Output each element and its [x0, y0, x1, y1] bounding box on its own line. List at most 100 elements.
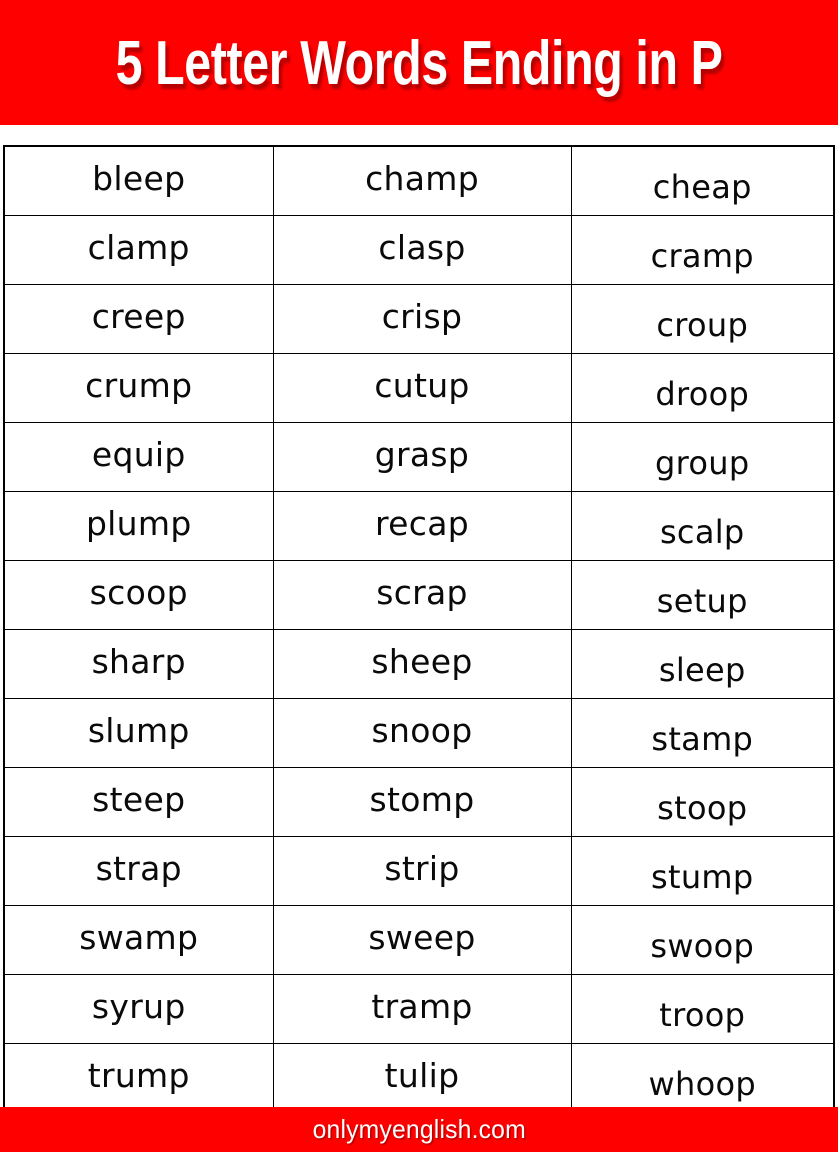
word-cell: plump [3, 491, 274, 561]
word-cell: whoop [570, 1043, 835, 1114]
footer-banner: onlymyenglish.com [0, 1107, 838, 1152]
table-row: plump recap scalp [3, 491, 835, 561]
word-text: equip [91, 434, 186, 474]
word-cell: clasp [272, 215, 572, 285]
word-cell: droop [570, 353, 835, 423]
word-cell: sweep [272, 905, 572, 975]
word-text: steep [92, 779, 186, 819]
word-cell: swamp [3, 905, 274, 975]
word-cell: crisp [272, 284, 572, 354]
word-cell: scalp [570, 491, 835, 561]
word-cell: clamp [3, 215, 274, 285]
word-cell: stomp [272, 767, 572, 837]
word-cell: group [570, 422, 835, 492]
word-cell: swoop [570, 905, 835, 975]
word-text: stump [651, 858, 754, 896]
word-cell: stamp [570, 698, 835, 768]
word-text: whoop [648, 1065, 756, 1103]
word-cell: strip [272, 836, 572, 906]
word-text: strip [384, 848, 460, 888]
table-row: equip grasp group [3, 422, 835, 492]
word-cell: crump [3, 353, 274, 423]
word-text: cheap [652, 168, 752, 206]
word-cell: recap [272, 491, 572, 561]
table-row: trump tulip whoop [3, 1043, 835, 1114]
word-text: sheep [371, 641, 473, 681]
word-cell: cramp [570, 215, 835, 285]
word-cell: sheep [272, 629, 572, 699]
word-text: scrap [376, 572, 468, 612]
word-cell: stoop [570, 767, 835, 837]
word-text: croup [656, 306, 749, 344]
word-text: syrup [91, 986, 186, 1026]
word-text: tramp [371, 986, 473, 1026]
word-cell: creep [3, 284, 274, 354]
word-text: swoop [650, 927, 755, 965]
word-text: troop [659, 996, 746, 1034]
word-text: scalp [659, 513, 745, 551]
word-text: creep [91, 296, 186, 336]
table-row: slump snoop stamp [3, 698, 835, 768]
word-text: stoop [657, 789, 748, 827]
word-cell: strap [3, 836, 274, 906]
word-cell: scrap [272, 560, 572, 630]
table-row: crump cutup droop [3, 353, 835, 423]
word-text: clamp [87, 227, 190, 267]
word-cell: steep [3, 767, 274, 837]
word-cell: croup [570, 284, 835, 354]
word-cell: cheap [570, 145, 835, 216]
word-text: grasp [374, 434, 470, 474]
table-row: sharp sheep sleep [3, 629, 835, 699]
word-text: cramp [650, 237, 754, 275]
word-text: trump [87, 1055, 190, 1095]
word-table-body: bleep champ cheap clamp clasp cramp creep crisp… [3, 145, 835, 1114]
word-cell: troop [570, 974, 835, 1044]
word-cell: setup [570, 560, 835, 630]
table-row: clamp clasp cramp [3, 215, 835, 285]
word-cell: scoop [3, 560, 274, 630]
word-cell: sleep [570, 629, 835, 699]
table-row: creep crisp croup [3, 284, 835, 354]
word-cell: champ [272, 145, 572, 216]
word-text: droop [655, 375, 750, 413]
word-text: slump [87, 710, 190, 750]
word-text: plump [85, 503, 192, 543]
word-cell: stump [570, 836, 835, 906]
table-row: strap strip stump [3, 836, 835, 906]
word-text: stamp [651, 720, 754, 758]
word-text: strap [95, 848, 182, 888]
word-list-container: bleep champ cheap clamp clasp cramp creep crisp… [3, 145, 835, 1114]
word-text: clasp [378, 227, 466, 267]
word-cell: grasp [272, 422, 572, 492]
table-row: scoop scrap setup [3, 560, 835, 630]
word-text: champ [365, 158, 479, 198]
table-row: syrup tramp troop [3, 974, 835, 1044]
word-text: recap [375, 503, 469, 543]
word-text: scoop [89, 572, 188, 612]
table-row: swamp sweep swoop [3, 905, 835, 975]
header-banner: 5 Letter Words Ending in P [0, 0, 838, 125]
word-cell: syrup [3, 974, 274, 1044]
word-text: bleep [92, 158, 186, 198]
word-cell: sharp [3, 629, 274, 699]
word-text: cutup [374, 365, 470, 405]
page-title: 5 Letter Words Ending in P [115, 28, 723, 98]
word-text: sleep [658, 651, 746, 689]
word-table: bleep champ cheap clamp clasp cramp creep crisp… [3, 145, 835, 1114]
table-row: bleep champ cheap [3, 145, 835, 216]
word-text: swamp [79, 917, 199, 957]
word-text: sharp [91, 641, 186, 681]
word-cell: cutup [272, 353, 572, 423]
word-cell: tramp [272, 974, 572, 1044]
word-cell: bleep [3, 145, 274, 216]
word-cell: trump [3, 1043, 274, 1114]
word-text: tulip [384, 1055, 460, 1095]
word-cell: tulip [272, 1043, 572, 1114]
word-text: setup [656, 582, 748, 620]
word-text: snoop [371, 710, 473, 750]
word-text: stomp [369, 779, 475, 819]
word-text: sweep [368, 917, 476, 957]
word-cell: snoop [272, 698, 572, 768]
site-url: onlymyenglish.com [312, 1114, 526, 1144]
word-cell: slump [3, 698, 274, 768]
